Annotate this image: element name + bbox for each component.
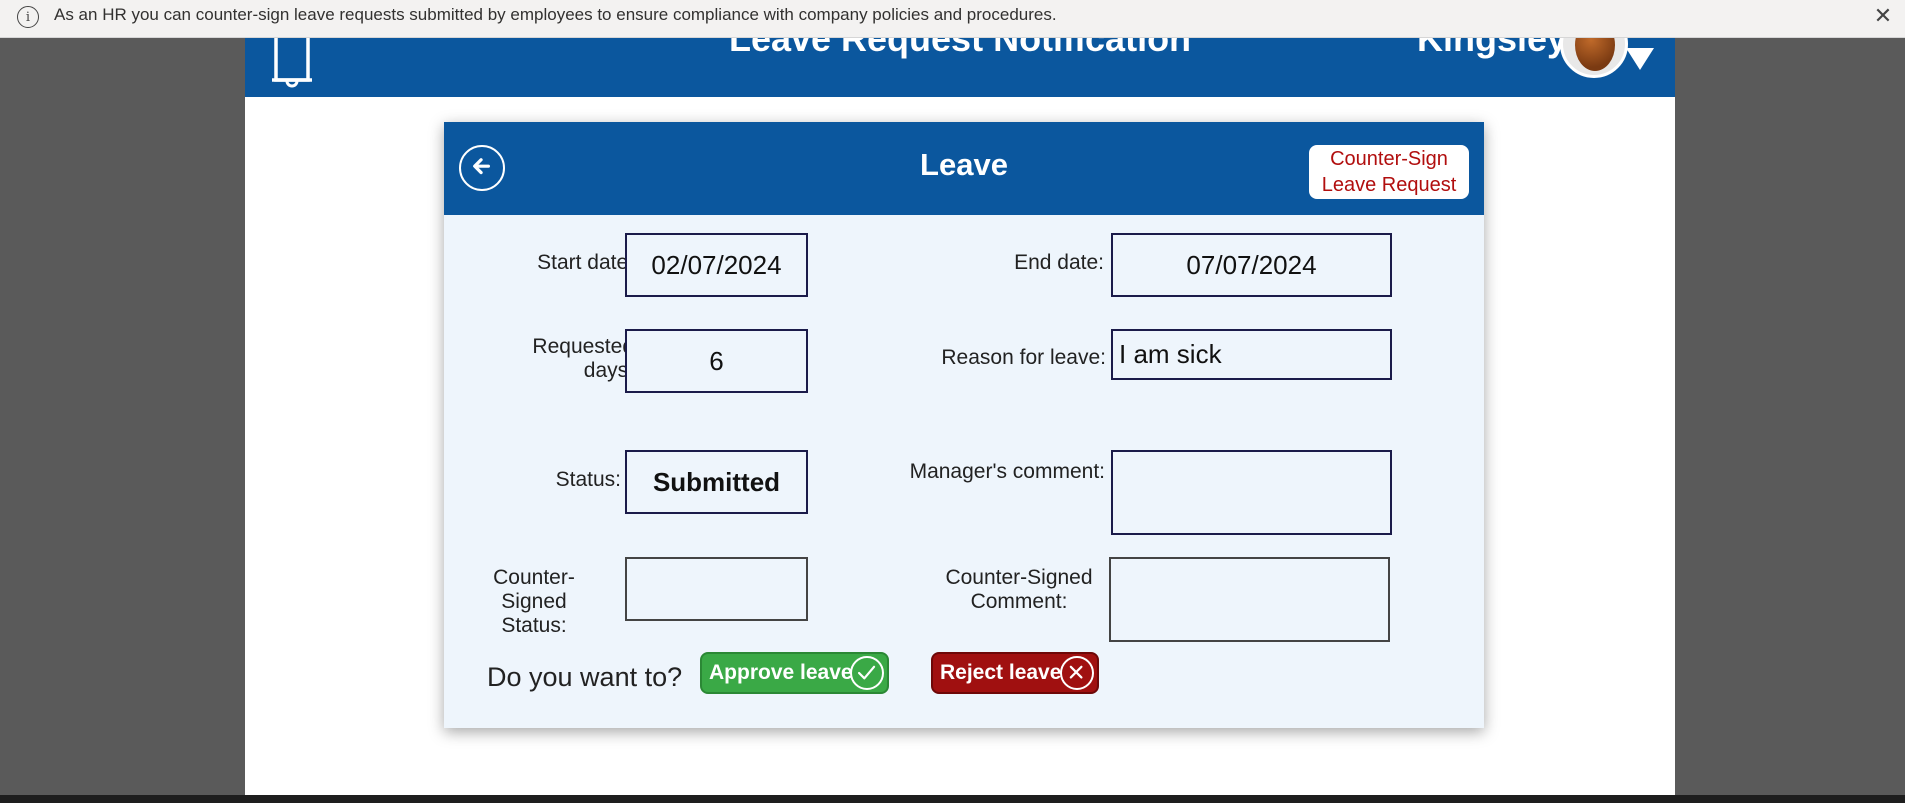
card-header: Leave Counter-Sign Leave Request (444, 122, 1484, 215)
x-circle-icon (1060, 656, 1094, 690)
checkmark-icon (850, 656, 884, 690)
cs-status-label: Counter-Signed Status: (464, 566, 604, 638)
cs-status-field[interactable] (625, 557, 808, 621)
status-field[interactable]: Submitted (625, 450, 808, 514)
info-message: As an HR you can counter-sign leave requ… (54, 5, 1057, 24)
bottom-strip (0, 795, 1905, 803)
end-date-label: End date: (1014, 251, 1104, 274)
countersign-label-line1: Counter-Sign (1330, 148, 1448, 170)
cs-status-label-line1: Counter-Signed (493, 566, 575, 613)
user-name: Kingsley (1417, 38, 1568, 59)
reject-leave-button[interactable]: Reject leave (931, 652, 1099, 694)
action-prompt: Do you want to? (487, 662, 683, 692)
requested-days-label: Requested days: (484, 335, 634, 383)
cs-comment-label-line1: Counter-Signed (945, 566, 1093, 589)
requested-days-label-line1: Requested (532, 335, 634, 358)
status-label: Status: (555, 468, 621, 491)
approve-leave-label: Approve leave (709, 661, 853, 684)
cs-status-label-line2: Status: (501, 614, 567, 637)
chevron-down-icon[interactable] (1626, 48, 1654, 70)
manager-comment-label: Manager's comment: (909, 460, 1105, 483)
start-date-label: Start date: (537, 251, 634, 274)
cs-comment-label-line2: Comment: (970, 590, 1068, 613)
requested-days-field[interactable]: 6 (625, 329, 808, 393)
end-date-field[interactable]: 07/07/2024 (1111, 233, 1392, 297)
cs-comment-field[interactable] (1109, 557, 1390, 642)
avatar[interactable] (1560, 38, 1628, 78)
requested-days-label-line2: days: (583, 359, 634, 382)
info-bar: i As an HR you can counter-sign leave re… (0, 0, 1905, 38)
countersign-button[interactable]: Counter-Sign Leave Request (1309, 145, 1469, 199)
close-icon[interactable]: ✕ (1871, 3, 1895, 28)
avatar-image (1575, 38, 1615, 71)
start-date-field[interactable]: 02/07/2024 (625, 233, 808, 297)
info-icon: i (17, 6, 39, 28)
manager-comment-field[interactable] (1111, 450, 1392, 535)
countersign-label-line2: Leave Request (1321, 174, 1457, 196)
reason-label: Reason for leave: (941, 346, 1106, 369)
approve-leave-button[interactable]: Approve leave (700, 652, 889, 694)
app-canvas: Leave Request Notification Kingsley Leav… (245, 38, 1675, 795)
cs-comment-label: Counter-Signed Comment: (934, 566, 1104, 614)
leave-card: Leave Counter-Sign Leave Request Start d… (444, 122, 1484, 728)
reason-field[interactable]: I am sick (1111, 329, 1392, 380)
app-header: Leave Request Notification Kingsley (245, 38, 1675, 97)
reject-leave-label: Reject leave (940, 661, 1062, 684)
